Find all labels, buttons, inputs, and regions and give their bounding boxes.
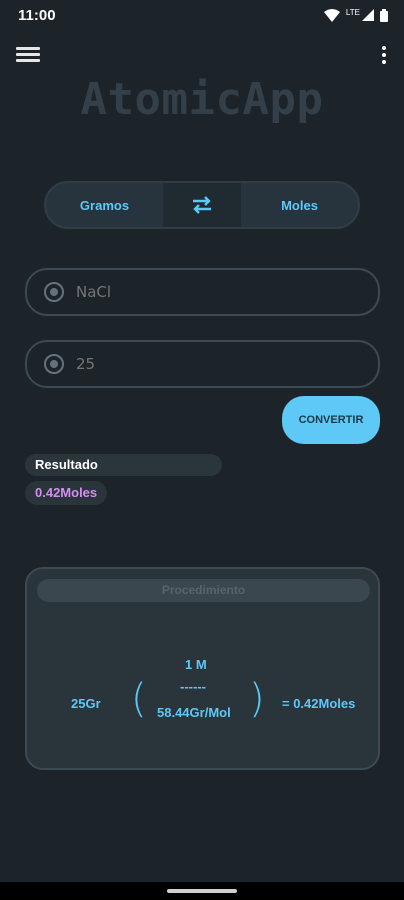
procedure-card: Procedimiento 25Gr ( ) 1 M ------ 58.44G…	[25, 567, 380, 770]
status-time: 11:00	[18, 6, 56, 24]
wifi-icon	[323, 8, 340, 22]
procedure-result: = 0.42Moles	[282, 696, 356, 711]
fraction-divider: ------	[180, 679, 206, 694]
denominator: 58.44Gr/Mol	[157, 705, 231, 720]
grams-tab[interactable]: Gramos	[46, 183, 163, 227]
swap-button[interactable]	[163, 183, 241, 227]
radio-icon	[44, 282, 64, 302]
radio-icon	[44, 354, 64, 374]
left-paren: (	[131, 676, 147, 722]
procedure-title: Procedimiento	[37, 579, 370, 602]
hamburger-menu-icon[interactable]	[16, 44, 40, 68]
amount-field	[25, 340, 380, 388]
amount-input[interactable]	[76, 355, 356, 373]
compound-field	[25, 268, 380, 316]
app-bar	[0, 36, 404, 76]
compound-input[interactable]	[76, 283, 356, 301]
status-bar: 11:00 LTE	[0, 0, 404, 30]
convert-button[interactable]: CONVERTIR	[282, 396, 380, 444]
swap-arrows-icon	[193, 196, 211, 214]
result-label: Resultado	[25, 454, 222, 476]
more-options-icon[interactable]	[380, 46, 388, 66]
unit-switcher: Gramos Moles	[44, 181, 360, 229]
moles-tab[interactable]: Moles	[241, 183, 358, 227]
battery-icon	[380, 8, 388, 22]
numerator: 1 M	[185, 657, 207, 672]
network-label: LTE	[345, 7, 360, 17]
app-title: AtomicApp	[80, 74, 324, 125]
home-indicator[interactable]	[167, 889, 237, 893]
right-paren: )	[249, 676, 265, 722]
grams-value: 25Gr	[71, 696, 101, 711]
status-icons: LTE	[323, 7, 388, 22]
signal-icon	[362, 9, 374, 21]
result-value: 0.42Moles	[25, 481, 108, 505]
